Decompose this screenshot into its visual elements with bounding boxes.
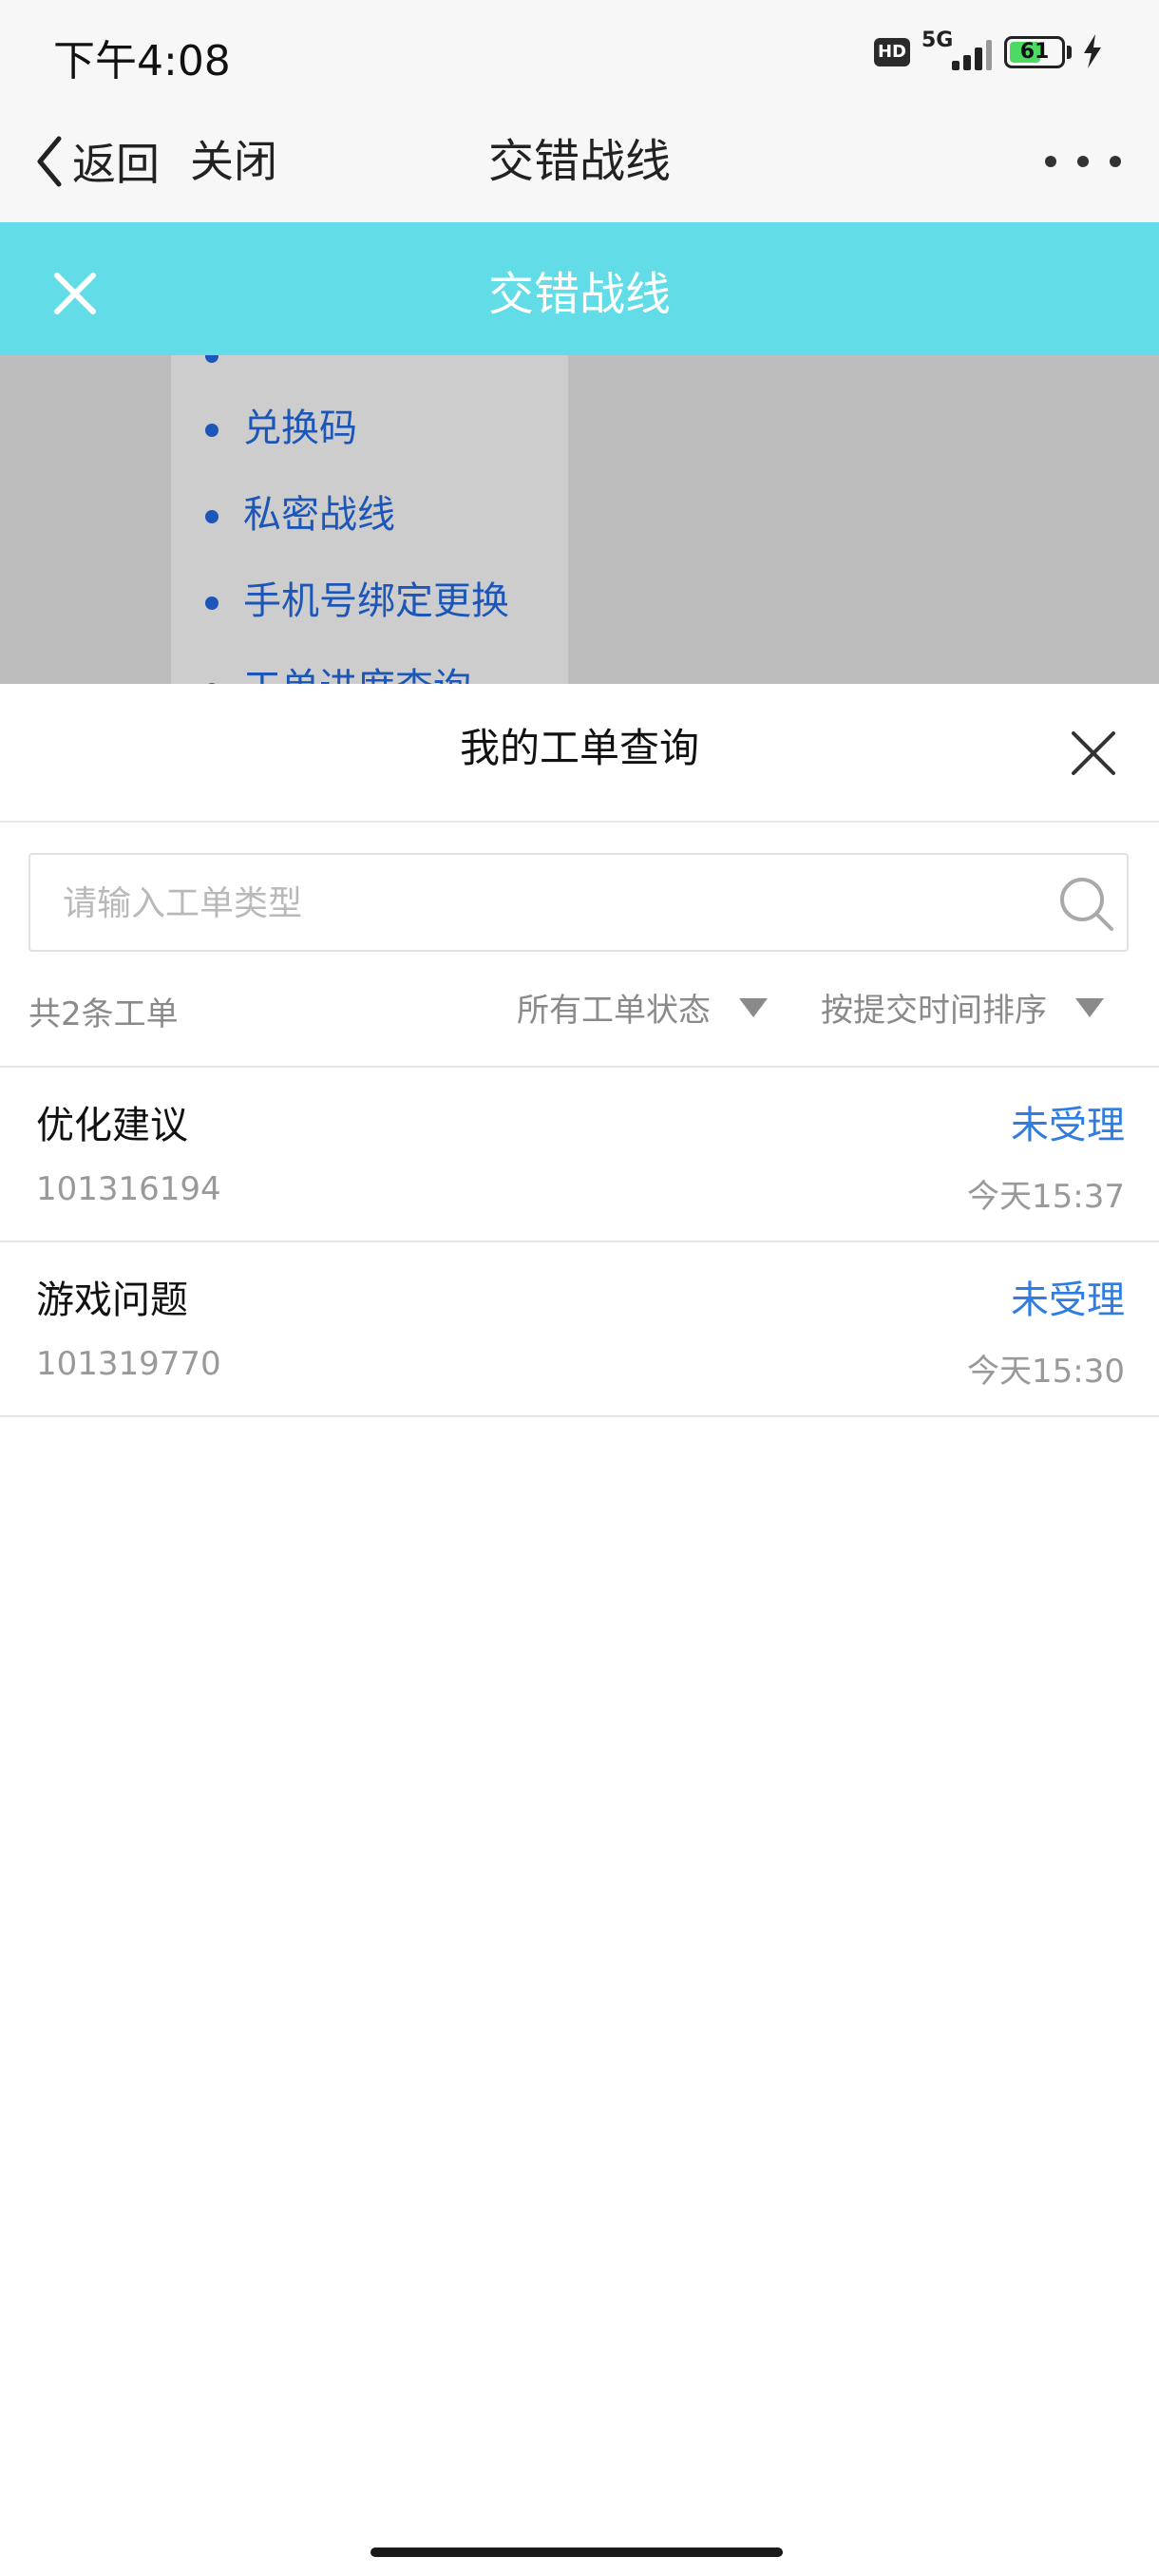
status-time: 下午4:08 [53, 37, 231, 85]
menu-bullet [205, 597, 218, 610]
ticket-status: 未受理 [1011, 1104, 1125, 1147]
list-divider [0, 1415, 1159, 1417]
battery-level: 61 [1019, 40, 1050, 64]
game-page-header [0, 222, 1159, 355]
status-filter-label: 所有工单状态 [517, 992, 711, 1030]
background-overlay[interactable]: 兑换码 私密战线 手机号绑定更换 工单进度查询 [0, 355, 1159, 684]
more-horizontal-icon [1045, 156, 1056, 167]
sort-label: 按提交时间排序 [821, 992, 1047, 1030]
battery-nub [1067, 46, 1072, 59]
signal-icon [920, 36, 992, 70]
more-options-button[interactable] [1045, 144, 1121, 179]
caret-down-icon [1075, 997, 1104, 1017]
ticket-row[interactable]: 游戏问题 101319770 未受理 今天15:30 [0, 1242, 1159, 1415]
ticket-time: 今天15:37 [967, 1178, 1125, 1216]
ticket-type: 优化建议 [36, 1104, 188, 1147]
caret-down-icon [739, 997, 768, 1017]
app-header [0, 104, 1159, 223]
chevron-left-icon [37, 136, 62, 187]
battery-icon: 61 [1004, 36, 1065, 68]
ticket-query-sheet [0, 684, 1159, 2576]
search-box [28, 853, 1129, 952]
ticket-id: 101316194 [36, 1170, 221, 1208]
ticket-type: 游戏问题 [36, 1279, 188, 1322]
search-icon[interactable] [1056, 874, 1117, 935]
background-menu-panel: 兑换码 私密战线 手机号绑定更换 工单进度查询 [171, 355, 568, 684]
hd-badge: HD [874, 38, 910, 66]
menu-item-ticket-progress[interactable]: 工单进度查询 [243, 656, 471, 684]
menu-bullet [205, 510, 218, 523]
close-icon[interactable] [1068, 728, 1119, 779]
menu-item-phone-binding[interactable]: 手机号绑定更换 [243, 570, 509, 625]
ticket-count: 共2条工单 [28, 995, 179, 1033]
menu-bullet [205, 355, 218, 363]
search-input[interactable] [61, 855, 1034, 952]
close-page-button[interactable]: 关闭 [190, 133, 277, 190]
menu-bullet [205, 424, 218, 437]
menu-item-private-front[interactable]: 私密战线 [243, 483, 395, 539]
ticket-status: 未受理 [1011, 1279, 1125, 1322]
ticket-time: 今天15:30 [967, 1353, 1125, 1391]
menu-item-partial [243, 355, 256, 367]
home-indicator[interactable] [370, 2548, 783, 2557]
sheet-divider [0, 821, 1159, 823]
menu-item-redeem-code[interactable]: 兑换码 [243, 397, 357, 452]
back-button-label: 返回 [72, 139, 160, 190]
back-button[interactable]: 返回 [32, 133, 160, 190]
ticket-id: 101319770 [36, 1345, 221, 1383]
close-icon[interactable] [49, 268, 101, 319]
ticket-row[interactable]: 优化建议 101316194 未受理 今天15:37 [0, 1068, 1159, 1241]
status-filter-dropdown[interactable]: 所有工单状态 [517, 984, 768, 1031]
sort-dropdown[interactable]: 按提交时间排序 [821, 984, 1104, 1031]
charging-bolt-icon [1084, 34, 1101, 68]
